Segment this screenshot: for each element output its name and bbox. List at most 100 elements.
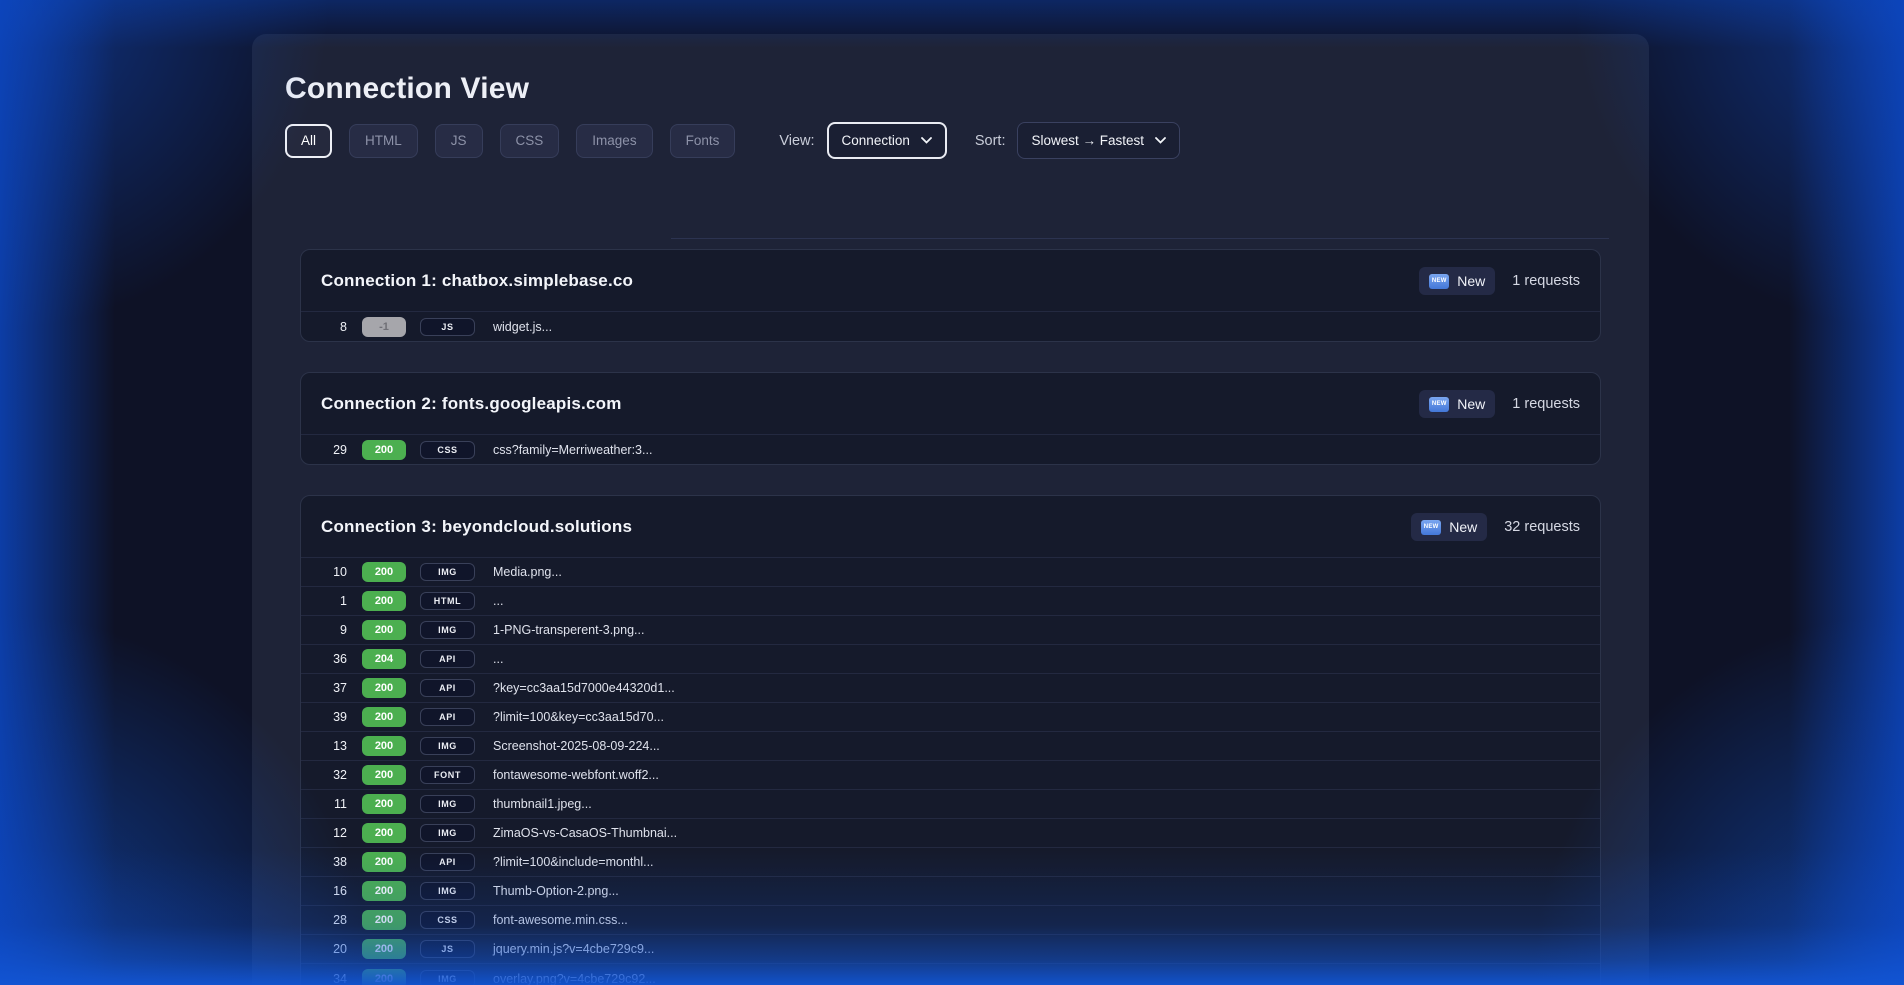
request-url: ... [493,594,503,608]
request-url: overlay.png?v=4cbe729c92... [493,972,656,985]
toolbar: All HTML JS CSS Images Fonts View: Connection… [285,122,1616,159]
request-index: 10 [321,565,347,579]
request-count: 1 requests [1512,396,1580,412]
status-badge: 200 [362,939,406,959]
request-url: jquery.min.js?v=4cbe729c9... [493,942,654,956]
request-url: css?family=Merriweather:3... [493,443,652,457]
type-badge: HTML [420,592,475,610]
request-index: 13 [321,739,347,753]
filter-chip-js[interactable]: JS [435,124,483,158]
status-badge: 200 [362,678,406,698]
request-row[interactable]: 37 200 API ?key=cc3aa15d7000e44320d1... [301,674,1600,703]
new-icon: NEW [1421,520,1441,535]
request-url: ?limit=100&include=monthl... [493,855,654,869]
request-url: Media.png... [493,565,562,579]
request-row[interactable]: 20 200 JS jquery.min.js?v=4cbe729c9... [301,935,1600,964]
filter-chip-html[interactable]: HTML [349,124,418,158]
type-badge: API [420,853,475,871]
request-row[interactable]: 34 200 IMG overlay.png?v=4cbe729c92... [301,964,1600,985]
type-badge: IMG [420,563,475,581]
request-url: thumbnail1.jpeg... [493,797,592,811]
request-url: ZimaOS-vs-CasaOS-Thumbnai... [493,826,677,840]
status-badge: 200 [362,591,406,611]
view-label: View: [779,133,814,149]
status-badge: 200 [362,562,406,582]
status-badge: -1 [362,317,406,337]
request-row[interactable]: 29 200 CSS css?family=Merriweather:3... [301,435,1600,464]
type-badge: FONT [420,766,475,784]
request-rows: 29 200 CSS css?family=Merriweather:3... [301,434,1600,464]
request-row[interactable]: 39 200 API ?limit=100&key=cc3aa15d70... [301,703,1600,732]
connection-card-meta: NEW New 1 requests [1419,267,1580,295]
request-row[interactable]: 8 -1 JS widget.js... [301,312,1600,341]
request-row[interactable]: 38 200 API ?limit=100&include=monthl... [301,848,1600,877]
request-row[interactable]: 11 200 IMG thumbnail1.jpeg... [301,790,1600,819]
view-control: View: Connection [779,122,947,159]
connection-title: Connection 1: chatbox.simplebase.co [321,271,633,291]
sort-label: Sort: [975,133,1006,149]
status-badge: 200 [362,794,406,814]
type-badge: IMG [420,795,475,813]
request-row[interactable]: 1 200 HTML ... [301,587,1600,616]
sort-select[interactable]: Slowest → Fastest [1017,122,1180,159]
connection-title: Connection 2: fonts.googleapis.com [321,394,622,414]
request-count: 1 requests [1512,273,1580,289]
request-row[interactable]: 10 200 IMG Media.png... [301,558,1600,587]
request-row[interactable]: 9 200 IMG 1-PNG-transperent-3.png... [301,616,1600,645]
type-badge: API [420,708,475,726]
request-index: 39 [321,710,347,724]
type-badge: IMG [420,970,475,985]
new-icon: NEW [1429,397,1449,412]
status-badge: 204 [362,649,406,669]
chevron-down-icon [921,137,932,144]
request-url: ?limit=100&key=cc3aa15d70... [493,710,664,724]
request-index: 34 [321,972,347,985]
request-index: 37 [321,681,347,695]
new-badge: NEW New [1411,513,1487,541]
filter-chip-css[interactable]: CSS [500,124,560,158]
filter-chip-images[interactable]: Images [576,124,652,158]
request-index: 1 [321,594,347,608]
request-index: 11 [321,797,347,811]
type-badge: IMG [420,824,475,842]
type-badge: JS [420,318,475,336]
request-url: ?key=cc3aa15d7000e44320d1... [493,681,675,695]
filter-chips: All HTML JS CSS Images Fonts [285,124,735,158]
request-index: 9 [321,623,347,637]
connection-card: Connection 2: fonts.googleapis.com NEW N… [300,372,1601,465]
request-row[interactable]: 36 204 API ... [301,645,1600,674]
request-url: ... [493,652,503,666]
request-row[interactable]: 13 200 IMG Screenshot-2025-08-09-224... [301,732,1600,761]
request-index: 38 [321,855,347,869]
view-select[interactable]: Connection [827,122,947,159]
status-badge: 200 [362,969,406,985]
request-rows: 10 200 IMG Media.png... 1 200 HTML ... 9… [301,557,1600,985]
request-url: 1-PNG-transperent-3.png... [493,623,644,637]
new-badge-label: New [1457,273,1485,289]
type-badge: API [420,650,475,668]
request-rows: 8 -1 JS widget.js... [301,311,1600,341]
request-index: 20 [321,942,347,956]
status-badge: 200 [362,620,406,640]
request-count: 32 requests [1504,519,1580,535]
request-index: 28 [321,913,347,927]
connection-card-header: Connection 2: fonts.googleapis.com NEW N… [301,373,1600,434]
request-row[interactable]: 32 200 FONT fontawesome-webfont.woff2... [301,761,1600,790]
page-title: Connection View [285,72,1616,106]
connection-card-meta: NEW New 1 requests [1419,390,1580,418]
new-icon: NEW [1429,274,1449,289]
app-root: Connection View All HTML JS CSS Images Fonts … [0,0,1904,985]
request-row[interactable]: 16 200 IMG Thumb-Option-2.png... [301,877,1600,906]
connection-card: Connection 1: chatbox.simplebase.co NEW … [300,249,1601,342]
filter-chip-fonts[interactable]: Fonts [670,124,736,158]
connection-card: Connection 3: beyondcloud.solutions NEW … [300,495,1601,985]
status-badge: 200 [362,440,406,460]
type-badge: CSS [420,911,475,929]
request-index: 36 [321,652,347,666]
sort-select-value: Slowest → Fastest [1031,133,1144,148]
type-badge: API [420,679,475,697]
request-index: 29 [321,443,347,457]
request-row[interactable]: 28 200 CSS font-awesome.min.css... [301,906,1600,935]
request-row[interactable]: 12 200 IMG ZimaOS-vs-CasaOS-Thumbnai... [301,819,1600,848]
filter-chip-all[interactable]: All [285,124,332,158]
